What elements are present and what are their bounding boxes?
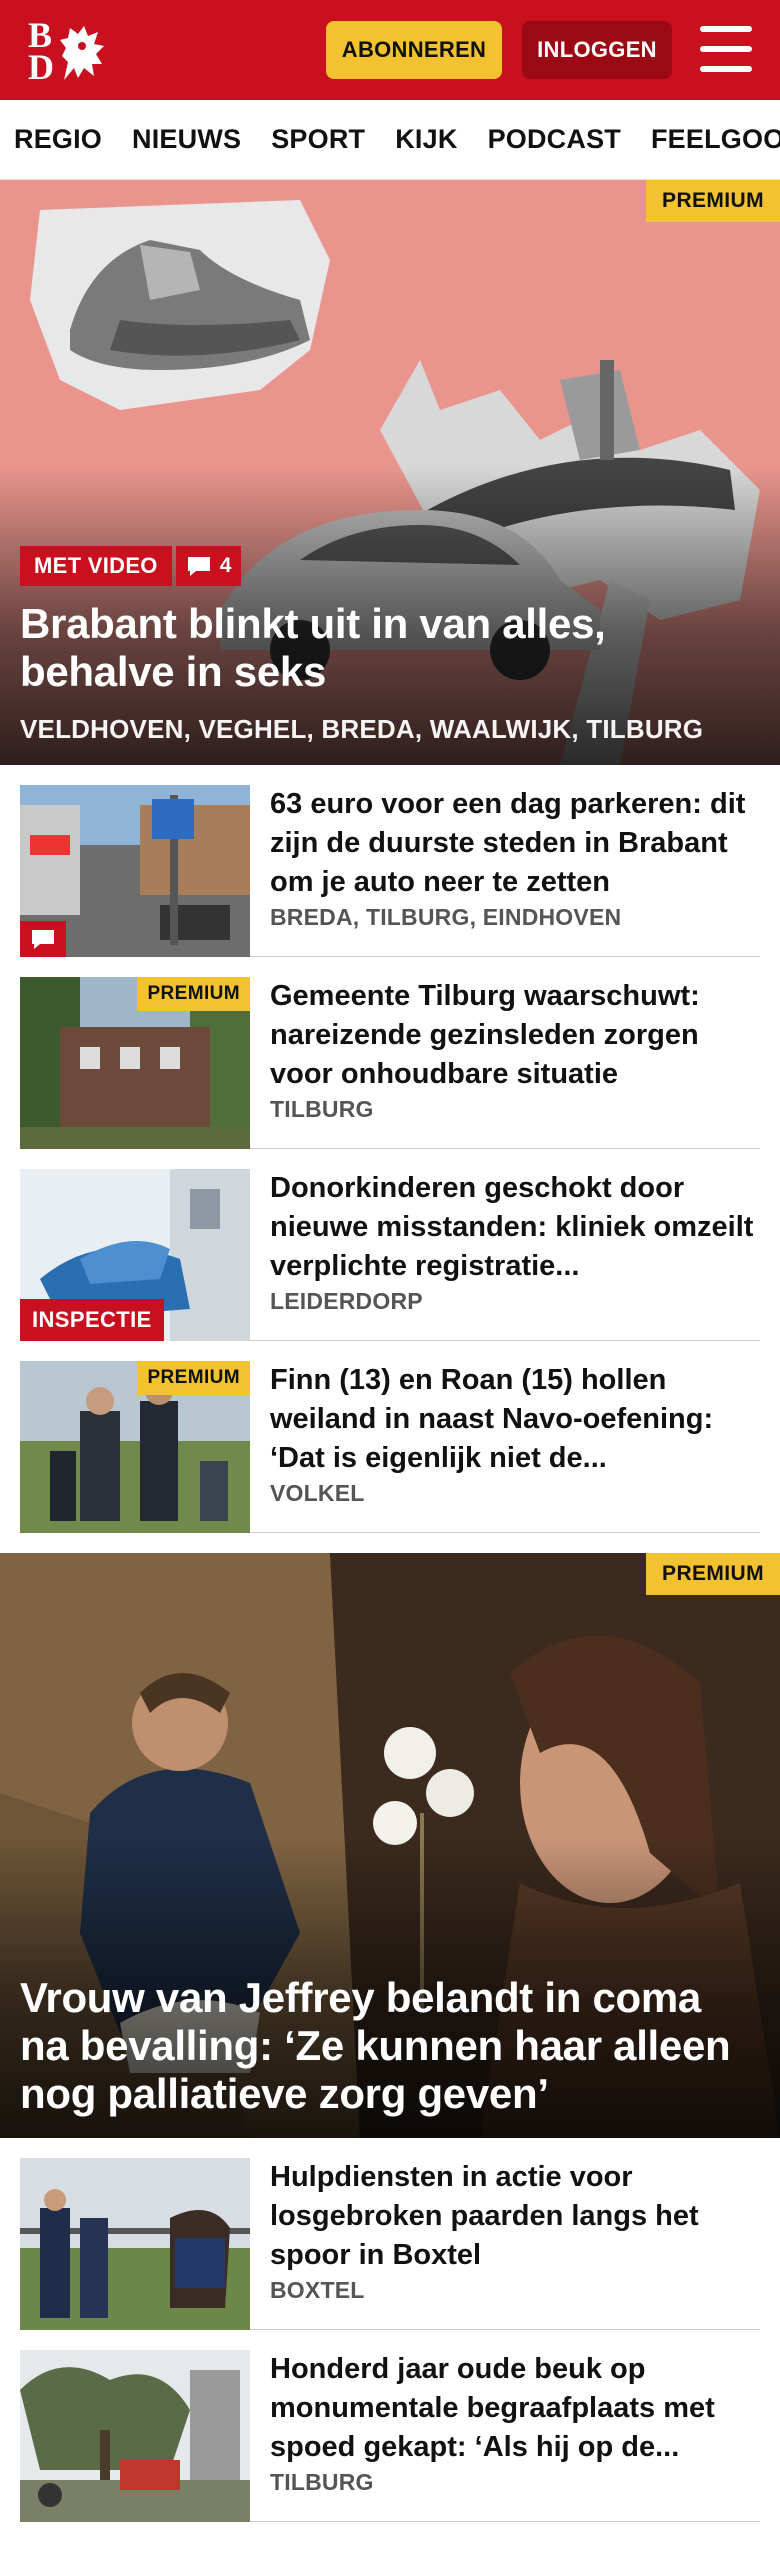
- article-text: Donorkinderen geschokt door nieuwe misst…: [250, 1169, 760, 1320]
- article-location: BOXTEL: [270, 2277, 365, 2303]
- article-thumbnail: [20, 785, 250, 957]
- hero-article-brabant[interactable]: PREMIUM MET VIDEO 4 Brabant blinkt uit i…: [0, 180, 780, 765]
- hero-text-block: Vrouw van Jeffrey belandt in coma na bev…: [20, 1974, 760, 2118]
- article-title[interactable]: Honderd jaar oude beuk op monumentale be…: [270, 2350, 760, 2467]
- premium-badge: PREMIUM: [137, 977, 250, 1011]
- category-badge: INSPECTIE: [20, 1299, 164, 1341]
- article-location: BREDA, TILBURG, EINDHOVEN: [270, 904, 622, 930]
- hero-badges: MET VIDEO 4: [20, 546, 760, 586]
- article-thumbnail: [20, 2350, 250, 2522]
- article-text: Hulpdiensten in actie voor losgebroken p…: [250, 2158, 760, 2309]
- article-text: Finn (13) en Roan (15) hollen weiland in…: [250, 1361, 760, 1512]
- comment-icon: [187, 557, 210, 576]
- article-text: Honderd jaar oude beuk op monumentale be…: [250, 2350, 760, 2501]
- list-item[interactable]: PREMIUM Finn (13) en Roan (15) hollen we…: [20, 1341, 760, 1533]
- article-location: TILBURG: [270, 1096, 374, 1122]
- article-title[interactable]: Gemeente Tilburg waarschuwt: nareizende …: [270, 977, 760, 1094]
- logo-letter-d: D: [28, 47, 54, 87]
- article-location: LEIDERDORP: [270, 1288, 423, 1314]
- article-text: Gemeente Tilburg waarschuwt: nareizende …: [250, 977, 760, 1128]
- section-nav: REGIO NIEUWS SPORT KIJK PODCAST FEELGOOD…: [0, 100, 780, 180]
- bd-logo[interactable]: B D: [28, 17, 110, 87]
- hero-text-block: MET VIDEO 4 Brabant blinkt uit in van al…: [20, 546, 760, 745]
- horses-photo: [20, 2158, 250, 2330]
- article-title[interactable]: 63 euro voor een dag parkeren: dit zijn …: [270, 785, 760, 902]
- list-item[interactable]: Honderd jaar oude beuk op monumentale be…: [20, 2330, 760, 2522]
- article-thumbnail: [20, 2158, 250, 2330]
- menu-icon[interactable]: [700, 26, 752, 72]
- article-list-2: Hulpdiensten in actie voor losgebroken p…: [0, 2138, 780, 2522]
- hero-title[interactable]: Brabant blinkt uit in van alles, behalve…: [20, 600, 760, 696]
- list-item[interactable]: 63 euro voor een dag parkeren: dit zijn …: [20, 765, 760, 957]
- nav-item-sport[interactable]: SPORT: [271, 124, 365, 155]
- tree-photo: [20, 2350, 250, 2522]
- article-title[interactable]: Donorkinderen geschokt door nieuwe misst…: [270, 1169, 760, 1286]
- article-thumbnail: INSPECTIE: [20, 1169, 250, 1341]
- article-text: 63 euro voor een dag parkeren: dit zijn …: [250, 785, 760, 936]
- top-header: B D ABONNEREN INLOGGEN: [0, 0, 780, 100]
- article-thumbnail: PREMIUM: [20, 977, 250, 1149]
- login-button[interactable]: INLOGGEN: [522, 21, 672, 79]
- comment-count: 4: [219, 554, 232, 577]
- list-item[interactable]: Hulpdiensten in actie voor losgebroken p…: [20, 2138, 760, 2330]
- nav-item-kijk[interactable]: KIJK: [395, 124, 457, 155]
- article-location: TILBURG: [270, 2469, 374, 2495]
- nav-item-regio[interactable]: REGIO: [14, 124, 102, 155]
- subscribe-button[interactable]: ABONNEREN: [326, 21, 502, 79]
- comment-count-badge[interactable]: 4: [175, 546, 242, 586]
- comment-icon: [32, 930, 54, 949]
- hero-title[interactable]: Vrouw van Jeffrey belandt in coma na bev…: [20, 1974, 760, 2118]
- nav-item-feelgood[interactable]: FEELGOOD: [651, 124, 780, 155]
- nav-item-nieuws[interactable]: NIEUWS: [132, 124, 241, 155]
- list-item[interactable]: INSPECTIE Donorkinderen geschokt door ni…: [20, 1149, 760, 1341]
- article-title[interactable]: Hulpdiensten in actie voor losgebroken p…: [270, 2158, 760, 2275]
- hero-article-jeffrey[interactable]: PREMIUM Vrouw van Jeffrey belandt in com…: [0, 1553, 780, 2138]
- article-location: VOLKEL: [270, 1480, 365, 1506]
- hero-locations: VELDHOVEN, VEGHEL, BREDA, WAALWIJK, TILB…: [20, 714, 704, 744]
- article-list-1: 63 euro voor een dag parkeren: dit zijn …: [0, 765, 780, 1533]
- article-thumbnail: PREMIUM: [20, 1361, 250, 1533]
- list-item[interactable]: PREMIUM Gemeente Tilburg waarschuwt: nar…: [20, 957, 760, 1149]
- video-badge: MET VIDEO: [20, 546, 172, 586]
- article-title[interactable]: Finn (13) en Roan (15) hollen weiland in…: [270, 1361, 760, 1478]
- nav-item-podcast[interactable]: PODCAST: [488, 124, 621, 155]
- lion-icon: [60, 26, 104, 80]
- premium-badge: PREMIUM: [137, 1361, 250, 1395]
- comment-badge: [20, 921, 66, 957]
- premium-badge: PREMIUM: [646, 1553, 780, 1595]
- premium-badge: PREMIUM: [646, 180, 780, 222]
